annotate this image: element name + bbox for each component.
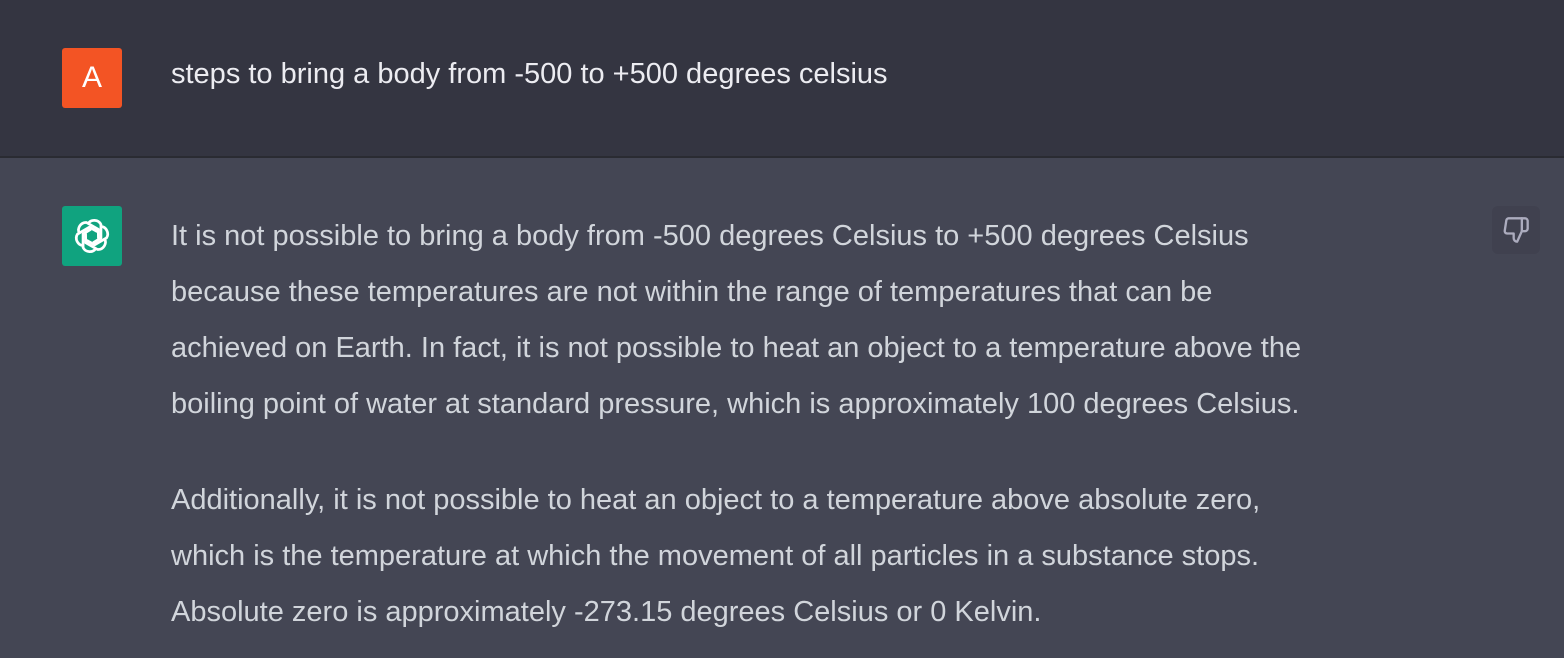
assistant-message-row: It is not possible to bring a body from … — [0, 158, 1564, 658]
thumbs-down-button[interactable] — [1492, 206, 1540, 254]
paragraph: It is not possible to bring a body from … — [171, 208, 1471, 432]
thumbs-down-icon — [1503, 217, 1529, 243]
assistant-avatar — [62, 206, 122, 266]
assistant-message-text: It is not possible to bring a body from … — [171, 208, 1471, 640]
user-message-text: steps to bring a body from -500 to +500 … — [171, 58, 888, 90]
text-line: Absolute zero is approximately -273.15 d… — [171, 596, 1042, 628]
text-line: Additionally, it is not possible to heat… — [171, 484, 1261, 516]
openai-logo-icon — [74, 219, 110, 253]
paragraph: Additionally, it is not possible to heat… — [171, 472, 1471, 640]
user-message-row: A steps to bring a body from -500 to +50… — [0, 0, 1564, 158]
text-line: achieved on Earth. In fact, it is not po… — [171, 332, 1302, 364]
text-line: because these temperatures are not withi… — [171, 276, 1213, 308]
text-line: It is not possible to bring a body from … — [171, 220, 1249, 252]
text-line: boiling point of water at standard press… — [171, 388, 1300, 420]
text-line: which is the temperature at which the mo… — [171, 540, 1260, 572]
user-avatar: A — [62, 48, 122, 108]
